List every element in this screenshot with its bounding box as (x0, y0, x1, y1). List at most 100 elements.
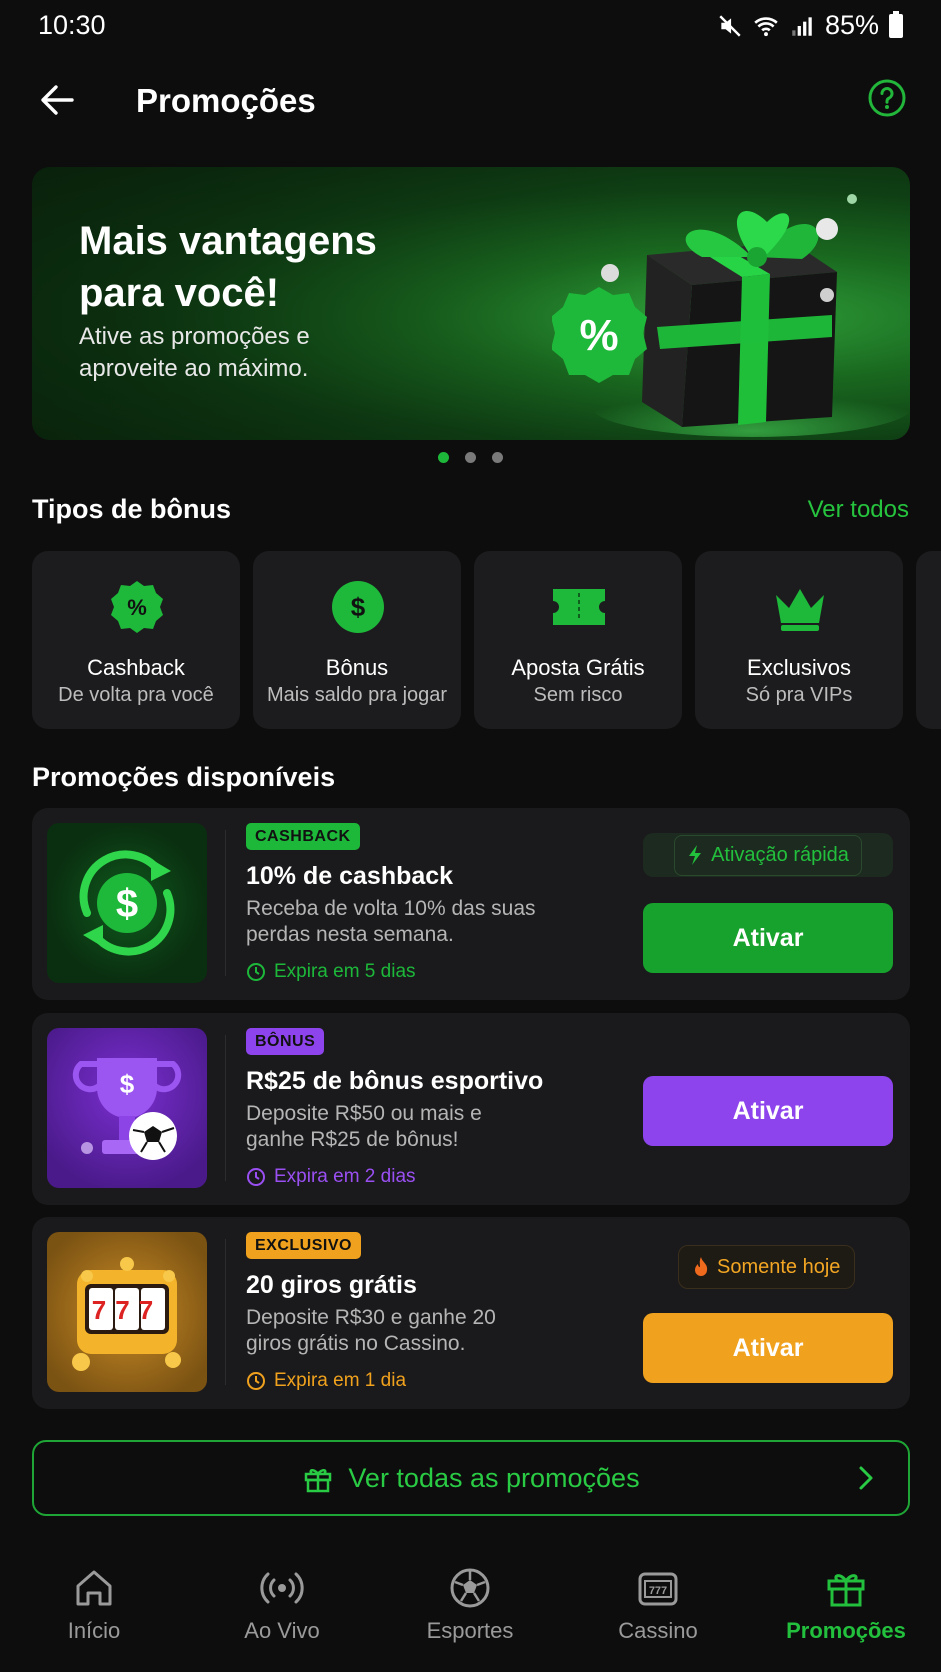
help-icon[interactable] (867, 78, 907, 118)
promo-card-exclusive: 777 EXCLUSIVO 20 giros grátis Deposite R… (32, 1217, 910, 1409)
clock-icon (247, 1372, 265, 1390)
promo-card-bonus: $ BÔNUS R$25 de bônus esportivo Deposite… (32, 1013, 910, 1205)
bottom-nav: Início Ao Vivo Esportes 777 Cassino Prom… (0, 1548, 941, 1672)
promo-expiry-text: Expira em 1 dia (274, 1370, 407, 1391)
bonus-type-name: Aposta Grátis (511, 655, 645, 680)
promo-description: Deposite R$30 e ganhe 20 giros grátis no… (246, 1306, 496, 1355)
nav-label: Cassino (618, 1618, 698, 1643)
promo-expiry: Expira em 2 dias (246, 1166, 416, 1188)
slot-digits: 777 (92, 1295, 162, 1325)
bonus-type-sub: Só pra VIPs (745, 684, 853, 706)
activate-button[interactable]: Ativar (643, 903, 893, 973)
battery-icon (889, 10, 903, 38)
slot-machine-icon: 777 (638, 1572, 678, 1606)
back-arrow-icon[interactable] (36, 78, 80, 122)
promo-title: 20 giros grátis (246, 1271, 417, 1299)
status-bar: 10:30 85% (0, 0, 941, 50)
percent-badge-icon: % (111, 581, 163, 633)
promo-tag: BÔNUS (246, 1028, 325, 1055)
crown-icon (776, 589, 824, 631)
cashback-refresh-icon: $ (79, 850, 175, 956)
quick-activation-pill: Ativação rápida (643, 833, 893, 877)
flame-icon (695, 1257, 708, 1276)
bonus-type-sub: Mais saldo pra jogar (266, 684, 448, 706)
banner-title: Mais vantagens para você! (79, 219, 377, 315)
bonus-type-free-bet[interactable]: Aposta Grátis Sem risco (474, 551, 682, 729)
gift-box-illustration: % (552, 194, 910, 437)
bonus-type-sub: Sem risco (533, 684, 623, 706)
nav-item-ao-vivo[interactable]: Ao Vivo (188, 1566, 376, 1644)
wifi-icon (754, 16, 778, 36)
clock-icon (247, 963, 265, 981)
activate-button[interactable]: Ativar (643, 1076, 893, 1146)
gift-icon (305, 1469, 332, 1493)
promo-expiry: Expira em 1 dia (246, 1370, 406, 1392)
svg-text:$: $ (120, 1069, 135, 1099)
bonus-type-bonus[interactable]: $ Bônus Mais saldo pra jogar (253, 551, 461, 729)
carousel-dot-3[interactable] (492, 452, 503, 463)
gift-icon (827, 1574, 865, 1607)
promo-expiry-text: Expira em 5 dias (274, 961, 416, 982)
bonus-type-name: Bônus (325, 655, 389, 680)
promo-banner[interactable]: Mais vantagens para você! Ative as promo… (32, 167, 910, 440)
nav-label: Início (67, 1618, 121, 1643)
promo-card-cashback: $ CASHBACK 10% de cashback Receba de vol… (32, 808, 910, 1000)
activate-button[interactable]: Ativar (643, 1313, 893, 1383)
banner-subtitle: Ative as promoções e aproveite ao máximo… (79, 323, 310, 382)
battery-percent: 85% (824, 10, 879, 40)
svg-text:777: 777 (649, 1585, 667, 1597)
live-broadcast-icon (260, 1572, 304, 1604)
page-title: Promoções (136, 82, 316, 119)
slots-thumbnail: 777 (47, 1232, 207, 1392)
carousel-dot-2[interactable] (465, 452, 476, 463)
slot-machine-illustration: 777 (72, 1257, 181, 1371)
only-today-pill: Somente hoje (678, 1245, 856, 1289)
promo-expiry: Expira em 5 dias (246, 961, 416, 983)
bonus-type-name: Cashback (87, 655, 185, 680)
bonus-type-sub: De volta pra você (58, 684, 214, 706)
nav-item-promocoes[interactable]: Promoções (752, 1566, 940, 1644)
status-icons: 85% (717, 10, 903, 41)
mute-icon (719, 14, 741, 37)
cashback-thumbnail: $ (47, 823, 207, 983)
svg-text:$: $ (351, 592, 366, 622)
nav-label: Esportes (426, 1618, 514, 1643)
see-all-promotions-button[interactable]: Ver todas as promoções (32, 1440, 910, 1516)
carousel-dots (0, 452, 941, 463)
bonus-types-list: % Cashback De volta pra você $ Bônus Mai… (32, 551, 941, 729)
nav-item-inicio[interactable]: Início (0, 1566, 188, 1644)
bonus-type-exclusive[interactable]: Exclusivos Só pra VIPs (695, 551, 903, 729)
chevron-right-icon (859, 1466, 873, 1490)
ticket-icon (553, 589, 605, 625)
signal-icon (792, 16, 812, 36)
promo-title: R$25 de bônus esportivo (246, 1067, 544, 1095)
promo-description: Receba de volta 10% das suas perdas nest… (246, 897, 536, 946)
see-all-promotions-label: Ver todas as promoções (348, 1462, 640, 1493)
promo-tag: EXCLUSIVO (246, 1232, 361, 1259)
see-all-link[interactable]: Ver todos (808, 496, 909, 524)
carousel-dot-1[interactable] (438, 452, 449, 463)
soccer-ball-icon (450, 1568, 490, 1608)
pill-label: Somente hoje (717, 1255, 841, 1278)
home-icon (76, 1570, 112, 1606)
lightning-icon (689, 845, 702, 865)
nav-label: Promoções (786, 1618, 906, 1643)
bonus-type-more[interactable] (916, 551, 941, 729)
bonus-type-name: Exclusivos (747, 655, 851, 680)
clock-icon (247, 1168, 265, 1186)
svg-text:$: $ (116, 882, 138, 926)
nav-item-cassino[interactable]: 777 Cassino (564, 1566, 752, 1644)
nav-item-esportes[interactable]: Esportes (376, 1566, 564, 1644)
nav-label: Ao Vivo (244, 1618, 320, 1643)
promo-description: Deposite R$50 ou mais e ganhe R$25 de bô… (246, 1102, 482, 1151)
bonus-type-cashback[interactable]: % Cashback De volta pra você (32, 551, 240, 729)
bonus-thumbnail: $ (47, 1028, 207, 1188)
promotions-title: Promoções disponíveis (32, 762, 336, 792)
svg-text:%: % (127, 595, 147, 620)
app-header: Promoções (0, 60, 941, 140)
trophy-ball-icon: $ (72, 1058, 182, 1160)
promo-expiry-text: Expira em 2 dias (274, 1166, 416, 1187)
dollar-coin-icon: $ (332, 581, 384, 633)
promo-title: 10% de cashback (246, 862, 454, 890)
bonus-types-title: Tipos de bônus (32, 494, 232, 524)
